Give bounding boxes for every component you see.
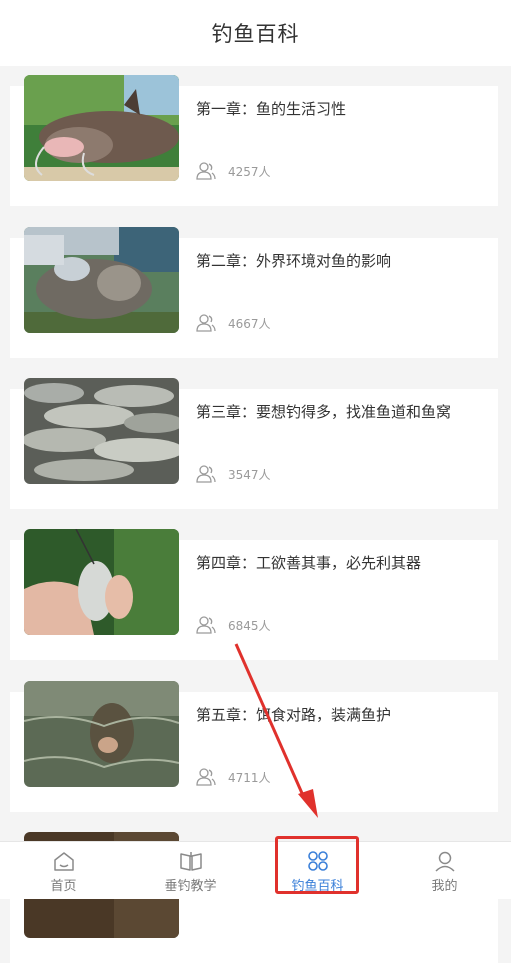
book-icon <box>179 852 202 871</box>
annotation-highlight-box <box>275 836 359 894</box>
chapter-thumbnail-carp-water <box>24 681 179 787</box>
tab-label: 首页 <box>50 879 77 894</box>
users-icon <box>196 465 216 483</box>
chapter-card-5[interactable]: 第五章：饵食对路，装满鱼护 4711人 <box>10 681 498 812</box>
chapter-title: 第五章：饵食对路，装满鱼护 <box>196 706 392 724</box>
reader-count: 6845人 <box>196 615 271 635</box>
home-icon <box>53 852 74 871</box>
tab-home[interactable]: 首页 <box>0 842 127 899</box>
reader-count: 4257人 <box>196 161 271 181</box>
tab-profile[interactable]: 我的 <box>381 842 508 899</box>
chapter-thumbnail-catfish <box>24 75 179 181</box>
users-icon <box>196 616 216 634</box>
tab-label: 我的 <box>431 879 458 894</box>
user-icon <box>434 851 455 872</box>
reader-count-value: 6845人 <box>228 618 271 633</box>
page-title: 钓鱼百科 <box>211 22 300 46</box>
chapter-card-1[interactable]: 第一章：鱼的生活习性 4257人 <box>10 75 498 206</box>
tab-label: 垂钓教学 <box>164 879 217 894</box>
chapter-title: 第一章：鱼的生活习性 <box>196 100 347 118</box>
chapter-title: 第四章：工欲善其事，必先利其器 <box>196 554 422 572</box>
reader-count-value: 4257人 <box>228 164 271 179</box>
users-icon <box>196 768 216 786</box>
bottom-tab-bar: 首页 垂钓教学 钓鱼百科 我的 <box>0 841 511 899</box>
chapter-card-4[interactable]: 第四章：工欲善其事，必先利其器 6845人 <box>10 529 498 660</box>
users-icon <box>196 314 216 332</box>
chapter-card-3[interactable]: 第三章：要想钓得多，找准鱼道和鱼窝 3547人 <box>10 378 498 509</box>
chapter-card-2[interactable]: 第二章：外界环境对鱼的影响 4667人 <box>10 227 498 358</box>
reader-count-value: 3547人 <box>228 467 271 482</box>
reader-count: 3547人 <box>196 464 271 484</box>
reader-count-value: 4667人 <box>228 316 271 331</box>
chapter-title: 第二章：外界环境对鱼的影响 <box>196 252 392 270</box>
users-icon <box>196 162 216 180</box>
chapter-thumbnail-hand-fish <box>24 529 179 635</box>
reader-count: 4711人 <box>196 767 271 787</box>
chapter-thumbnail-fish-pile <box>24 378 179 484</box>
tab-fishing-lessons[interactable]: 垂钓教学 <box>127 842 254 899</box>
reader-count: 4667人 <box>196 313 271 333</box>
header-bar: 钓鱼百科 <box>0 0 511 66</box>
chapter-thumbnail-carp-catch <box>24 227 179 333</box>
chapter-title: 第三章：要想钓得多，找准鱼道和鱼窝 <box>196 403 452 421</box>
reader-count-value: 4711人 <box>228 770 271 785</box>
